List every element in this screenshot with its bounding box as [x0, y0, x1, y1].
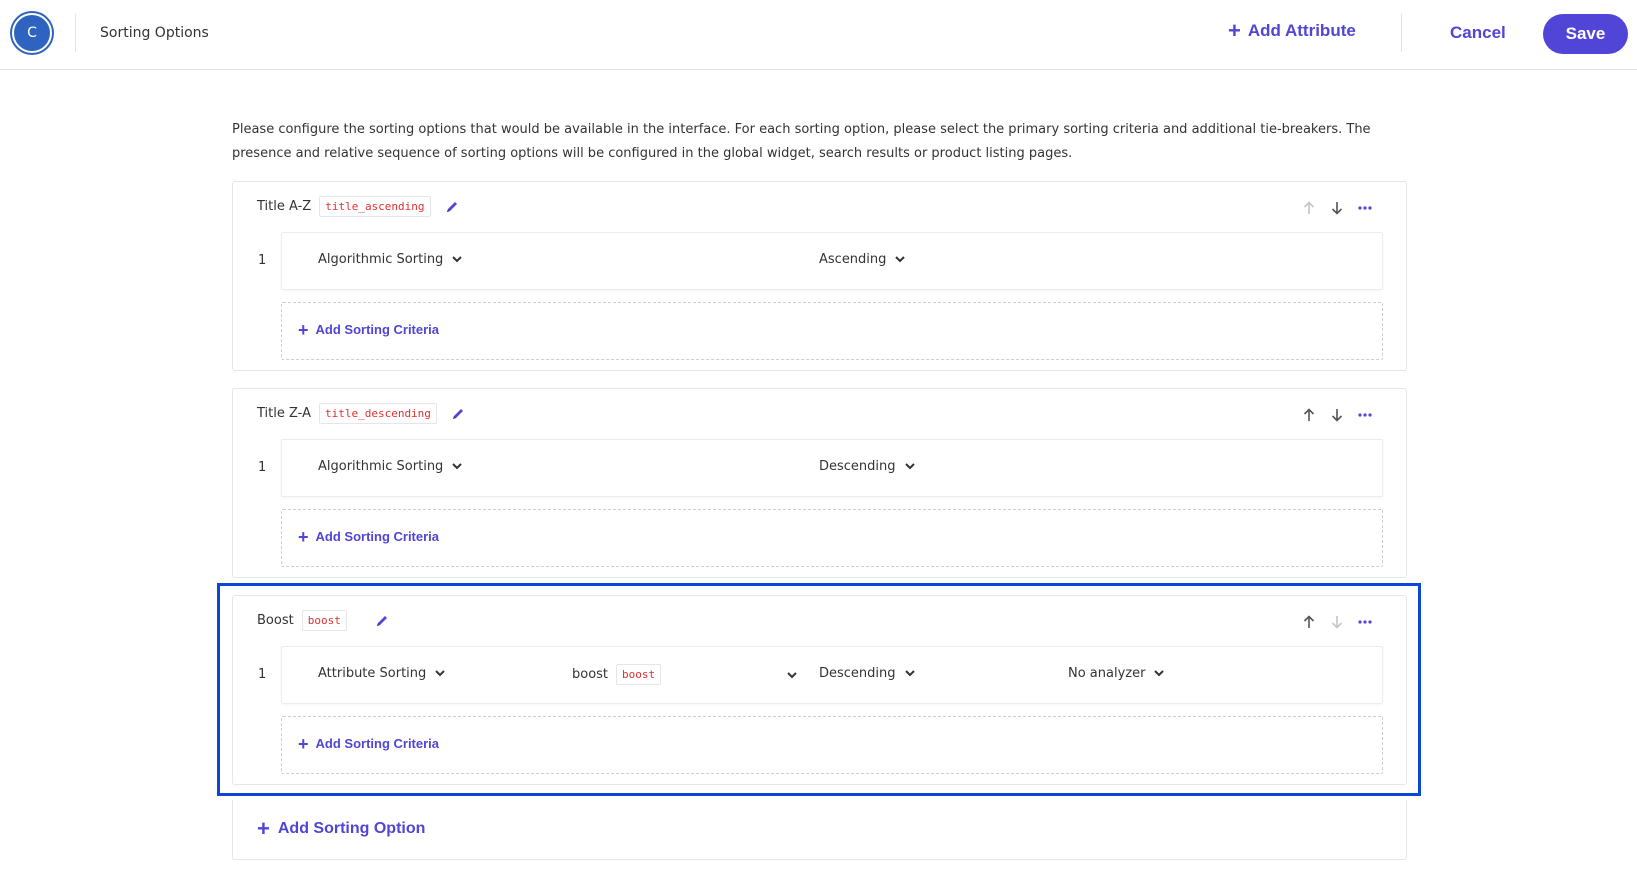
sorting-option-card: Title A-Z title_ascending 1 Algorithmic … [232, 181, 1407, 371]
pencil-icon[interactable] [443, 198, 461, 216]
sorting-type-dropdown[interactable]: Algorithmic Sorting [318, 459, 463, 474]
arrow-up-icon[interactable] [1302, 614, 1316, 630]
attribute-select[interactable]: boost boost [572, 664, 662, 685]
criteria-index: 1 [258, 667, 267, 682]
chevron-down-icon [452, 256, 463, 263]
avatar-letter: C [27, 25, 37, 41]
option-key-badge: boost [301, 610, 347, 631]
sorting-option-card: Boost boost 1 Attribute Sorting boost bo… [232, 595, 1407, 785]
analyzer-value: No analyzer [1068, 666, 1146, 681]
criteria-index: 1 [258, 253, 267, 268]
arrow-up-icon[interactable] [1302, 200, 1316, 216]
sort-order-dropdown[interactable]: Ascending [819, 252, 906, 267]
sort-order-value: Ascending [819, 252, 887, 267]
option-controls [1302, 614, 1372, 630]
avatar[interactable]: C [12, 13, 52, 53]
add-attribute-button[interactable]: + Add Attribute [1228, 18, 1356, 43]
attribute-key-badge: boost [616, 664, 662, 685]
criteria-row: Attribute Sorting boost boost Descending… [281, 646, 1383, 704]
header-divider [1401, 14, 1402, 52]
sorting-type-dropdown[interactable]: Attribute Sorting [318, 666, 446, 681]
cancel-button[interactable]: Cancel [1450, 23, 1506, 43]
arrow-up-icon[interactable] [1302, 407, 1316, 423]
chevron-down-icon[interactable] [787, 672, 797, 679]
option-controls [1302, 407, 1372, 423]
sorting-type-value: Attribute Sorting [318, 666, 427, 681]
analyzer-dropdown[interactable]: No analyzer [1068, 666, 1165, 681]
more-icon[interactable] [1358, 614, 1372, 630]
description-text: Please configure the sorting options tha… [232, 122, 1371, 161]
sorting-type-value: Algorithmic Sorting [318, 252, 444, 267]
arrow-down-icon[interactable] [1330, 614, 1344, 630]
option-key-badge: title_descending [318, 403, 437, 424]
option-name: Title Z-A [257, 406, 311, 421]
more-icon[interactable] [1358, 200, 1372, 216]
add-sorting-option-label: Add Sorting Option [277, 820, 426, 837]
arrow-down-icon[interactable] [1330, 200, 1344, 216]
option-key-badge: title_ascending [319, 196, 431, 217]
add-sorting-option-area: + Add Sorting Option [232, 800, 1407, 860]
option-name: Boost [257, 613, 294, 628]
chevron-down-icon [452, 463, 463, 470]
add-criteria-area: + Add Sorting Criteria [281, 716, 1383, 774]
add-sorting-criteria-button[interactable]: + Add Sorting Criteria [298, 733, 440, 754]
add-criteria-area: + Add Sorting Criteria [281, 509, 1383, 567]
add-criteria-area: + Add Sorting Criteria [281, 302, 1383, 360]
add-sorting-criteria-button[interactable]: + Add Sorting Criteria [298, 319, 440, 340]
more-icon[interactable] [1358, 407, 1372, 423]
sorting-option-card: Title Z-A title_descending 1 Algorithmic… [232, 388, 1407, 578]
header-divider [75, 14, 76, 52]
plus-icon: + [298, 733, 309, 754]
top-bar: C Sorting Options + Add Attribute Cancel… [0, 0, 1637, 70]
criteria-index: 1 [258, 460, 267, 475]
plus-icon: + [298, 526, 309, 547]
pencil-icon[interactable] [449, 405, 467, 423]
plus-icon: + [298, 319, 309, 340]
sort-order-dropdown[interactable]: Descending [819, 666, 915, 681]
sorting-type-value: Algorithmic Sorting [318, 459, 444, 474]
attribute-name: boost [572, 667, 609, 682]
option-header: Title A-Z title_ascending [257, 196, 461, 217]
chevron-down-icon [1154, 670, 1165, 677]
save-button[interactable]: Save [1543, 14, 1628, 54]
pencil-icon[interactable] [373, 612, 391, 630]
plus-icon: + [257, 816, 270, 841]
chevron-down-icon [904, 463, 915, 470]
option-header: Boost boost [257, 610, 391, 631]
option-header: Title Z-A title_descending [257, 403, 467, 424]
criteria-row: Algorithmic Sorting Ascending [281, 232, 1383, 290]
add-sorting-criteria-button[interactable]: + Add Sorting Criteria [298, 526, 440, 547]
add-attribute-label: Add Attribute [1247, 21, 1356, 40]
sort-order-value: Descending [819, 666, 896, 681]
option-name: Title A-Z [257, 199, 312, 214]
chevron-down-icon [895, 256, 906, 263]
sorting-type-dropdown[interactable]: Algorithmic Sorting [318, 252, 463, 267]
criteria-row: Algorithmic Sorting Descending [281, 439, 1383, 497]
add-sorting-criteria-label: Add Sorting Criteria [315, 322, 440, 337]
chevron-down-icon [435, 670, 446, 677]
sort-order-dropdown[interactable]: Descending [819, 459, 915, 474]
chevron-down-icon [904, 670, 915, 677]
option-controls [1302, 200, 1372, 216]
add-sorting-option-button[interactable]: + Add Sorting Option [257, 816, 426, 841]
plus-icon: + [1228, 18, 1241, 43]
add-sorting-criteria-label: Add Sorting Criteria [315, 736, 440, 751]
arrow-down-icon[interactable] [1330, 407, 1344, 423]
add-sorting-criteria-label: Add Sorting Criteria [315, 529, 440, 544]
sort-order-value: Descending [819, 459, 896, 474]
page-title: Sorting Options [100, 25, 209, 41]
